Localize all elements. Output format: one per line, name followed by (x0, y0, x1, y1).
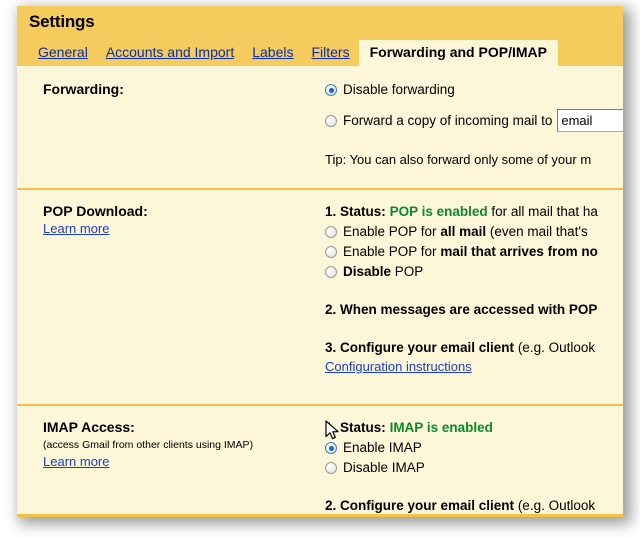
screenshot-root: Settings General Accounts and Import Lab… (0, 0, 640, 538)
imap-access-label: IMAP Access: (43, 419, 135, 435)
tab-forwarding-and-pop-imap[interactable]: Forwarding and POP/IMAP (358, 40, 558, 66)
imap-step-2-tail: (e.g. Outlook (517, 498, 596, 513)
imap-label-col: IMAP Access: (access Gmail from other cl… (43, 418, 303, 471)
pop-download-label: POP Download: (43, 203, 148, 219)
tab-filters[interactable]: Filters (302, 40, 358, 66)
page-title: Settings (29, 12, 95, 31)
forwarding-label-col: Forwarding: (43, 80, 303, 98)
pop-configuration-instructions-link[interactable]: Configuration instructions (325, 358, 472, 376)
imap-status-word: Status: (340, 420, 386, 435)
pop-status-word: Status: (340, 204, 386, 219)
pop-download-section: POP Download: Learn more 1. Status: POP … (17, 188, 623, 404)
imap-status-row: 1. Status: IMAP is enabled (325, 418, 623, 438)
imap-step-2: 2. Configure your email client (e.g. Out… (325, 496, 623, 514)
pop-step-3: 3. Configure your email client (e.g. Out… (325, 338, 623, 358)
imap-access-sublabel: (access Gmail from other clients using I… (43, 439, 254, 451)
pop-status-number: 1. (325, 204, 337, 219)
imap-access-section: IMAP Access: (access Gmail from other cl… (17, 404, 623, 517)
pop-step-3-bold: 3. Configure your email client (325, 340, 515, 355)
radio-disable-forwarding[interactable] (325, 84, 337, 96)
pop-step-3-tail: (e.g. Outlook (517, 340, 596, 355)
settings-header: Settings General Accounts and Import Lab… (17, 6, 623, 66)
radio-forward-copy-label[interactable]: Forward a copy of incoming mail to (343, 111, 552, 131)
forwarding-label: Forwarding: (43, 81, 124, 97)
tab-accounts-and-import[interactable]: Accounts and Import (97, 40, 243, 66)
radio-enable-pop-new-mail[interactable] (325, 246, 337, 258)
imap-options: 1. Status: IMAP is enabled Enable IMAP D… (325, 418, 623, 517)
imap-learn-more-link[interactable]: Learn more (43, 453, 109, 471)
radio-enable-pop-all-mail-bold[interactable]: all mail (440, 222, 486, 242)
pop-status-row: 1. Status: POP is enabled for all mail t… (325, 202, 623, 222)
pop-label-col: POP Download: Learn more (43, 202, 303, 238)
settings-tab-bar: General Accounts and Import Labels Filte… (29, 40, 558, 66)
pop-disable-row[interactable]: Disable POP (325, 262, 623, 282)
radio-disable-forwarding-label[interactable]: Disable forwarding (343, 80, 455, 100)
pop-step-2: 2. When messages are accessed with POP (325, 302, 598, 317)
forwarding-options: Disable forwarding Forward a copy of inc… (325, 80, 623, 170)
forwarding-tip: Tip: You can also forward only some of y… (325, 152, 592, 167)
radio-forward-copy[interactable] (325, 114, 337, 127)
forward-email-input[interactable] (557, 109, 623, 132)
forwarding-section: Forwarding: Disable forwarding Forward a… (17, 66, 623, 188)
radio-disable-pop-tail[interactable]: POP (395, 262, 424, 282)
imap-step-2-bold: 2. Configure your email client (325, 498, 515, 513)
tab-general[interactable]: General (29, 40, 97, 66)
pop-options: 1. Status: POP is enabled for all mail t… (325, 202, 623, 376)
radio-enable-pop-new-mail-bold[interactable]: mail that arrives from no (440, 242, 598, 262)
pop-status-value: POP is enabled (389, 204, 488, 219)
pop-enable-new-row[interactable]: Enable POP for mail that arrives from no (325, 242, 623, 262)
radio-disable-imap[interactable] (325, 462, 337, 474)
radio-enable-imap[interactable] (325, 442, 337, 454)
radio-enable-imap-label[interactable]: Enable IMAP (343, 438, 422, 458)
pop-enable-all-row[interactable]: Enable POP for all mail (even mail that'… (325, 222, 623, 242)
radio-disable-imap-label[interactable]: Disable IMAP (343, 458, 425, 478)
imap-status-number: 1. (325, 420, 337, 435)
pop-learn-more-link[interactable]: Learn more (43, 220, 109, 238)
imap-disable-row[interactable]: Disable IMAP (325, 458, 623, 478)
settings-panel: Settings General Accounts and Import Lab… (17, 6, 623, 517)
imap-status-value: IMAP is enabled (389, 420, 493, 435)
tab-labels[interactable]: Labels (243, 40, 302, 66)
imap-configuration-instructions-link[interactable]: Configuration instructions (325, 516, 472, 517)
radio-enable-pop-all-mail-prefix[interactable]: Enable POP for (343, 222, 437, 242)
pop-status-tail: for all mail that ha (491, 204, 598, 219)
radio-disable-pop[interactable] (325, 266, 337, 278)
radio-enable-pop-all-mail[interactable] (325, 226, 337, 238)
forwarding-forward-row[interactable]: Forward a copy of incoming mail to (325, 109, 623, 132)
forwarding-disable-row[interactable]: Disable forwarding (325, 80, 623, 100)
radio-enable-pop-all-mail-tail[interactable]: (even mail that's (490, 222, 588, 242)
radio-enable-pop-new-mail-prefix[interactable]: Enable POP for (343, 242, 437, 262)
radio-disable-pop-bold[interactable]: Disable (343, 262, 391, 282)
imap-enable-row[interactable]: Enable IMAP (325, 438, 623, 458)
